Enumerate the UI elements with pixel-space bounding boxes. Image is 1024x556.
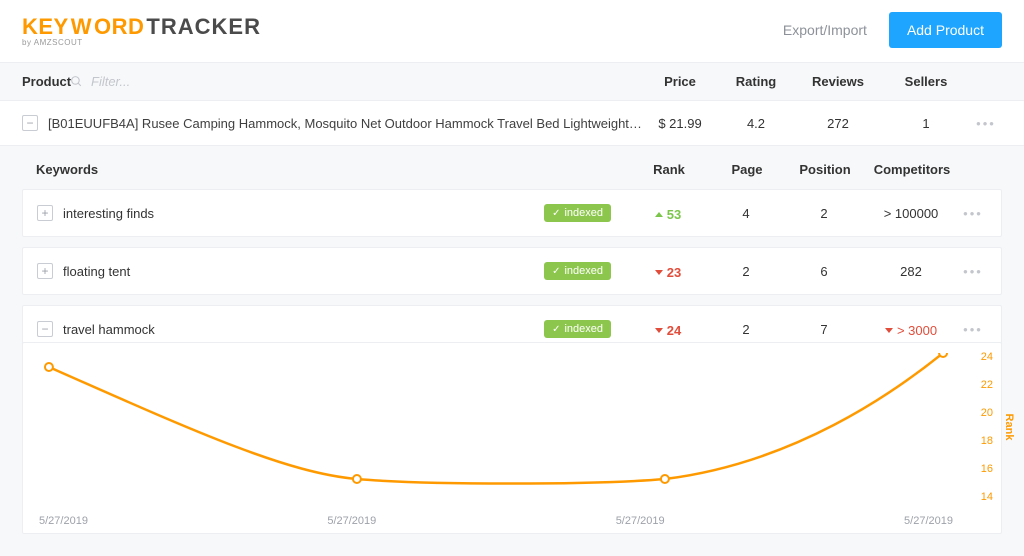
x-tick: 5/27/2019 — [616, 515, 665, 527]
competitors-value: > 3000 — [885, 323, 937, 338]
collapse-icon[interactable]: − — [22, 115, 38, 131]
logo-tracker: TRACKER — [146, 14, 261, 40]
page-value: 2 — [707, 264, 785, 279]
rank-chart: 24 22 20 18 16 14 Rank 5/27/2019 5/27/20… — [22, 342, 1002, 534]
add-product-button[interactable]: Add Product — [889, 12, 1002, 48]
indexed-badge: ✓indexed — [544, 204, 611, 222]
reviews-column-label: Reviews — [794, 74, 882, 89]
keywords-section: Keywords Rank Page Position Competitors … — [0, 146, 1024, 556]
chart-y-axis: 24 22 20 18 16 14 Rank — [981, 351, 993, 503]
check-icon: ✓ — [552, 266, 560, 277]
rank-column-label: Rank — [630, 162, 708, 177]
logo-ord: ORD — [94, 14, 144, 40]
rank-value: 23 — [655, 265, 681, 280]
x-tick: 5/27/2019 — [904, 515, 953, 527]
keyword-row: + floating tent ✓indexed 23 2 6 282 ••• — [22, 247, 1002, 295]
rank-value: 53 — [655, 207, 681, 222]
competitors-column-label: Competitors — [864, 162, 960, 177]
product-row: − [B01EUUFB4A] Rusee Camping Hammock, Mo… — [0, 100, 1024, 146]
keywords-column-label: Keywords — [36, 162, 630, 177]
trend-down-icon — [885, 328, 893, 333]
price-column-label: Price — [642, 74, 718, 89]
check-icon: ✓ — [552, 208, 560, 219]
page-column-label: Page — [708, 162, 786, 177]
collapse-icon[interactable]: − — [37, 321, 53, 337]
position-value: 6 — [785, 264, 863, 279]
competitors-value: > 100000 — [863, 206, 959, 221]
x-tick: 5/27/2019 — [39, 515, 88, 527]
position-value: 2 — [785, 206, 863, 221]
rank-value: 24 — [655, 323, 681, 338]
keyword-menu-icon[interactable]: ••• — [959, 264, 987, 279]
product-rating: 4.2 — [718, 116, 794, 131]
position-column-label: Position — [786, 162, 864, 177]
product-price: $ 21.99 — [642, 116, 718, 131]
indexed-badge: ✓indexed — [544, 262, 611, 280]
chart-point — [45, 363, 53, 371]
expand-icon[interactable]: + — [37, 205, 53, 221]
product-name[interactable]: [B01EUUFB4A] Rusee Camping Hammock, Mosq… — [48, 116, 642, 131]
product-header-row: Product Price Rating Reviews Sellers — [0, 63, 1024, 100]
indexed-badge: ✓indexed — [544, 320, 611, 338]
keyword-name[interactable]: interesting finds — [63, 206, 154, 221]
logo-subtitle: by AMZSCOUT — [22, 38, 261, 47]
position-value: 7 — [785, 322, 863, 337]
product-filter-input[interactable] — [89, 73, 309, 90]
check-icon: ✓ — [552, 324, 560, 335]
competitors-value: 282 — [863, 264, 959, 279]
y-tick: 20 — [981, 407, 993, 419]
logo-w: W — [71, 14, 92, 40]
chart-point — [939, 353, 947, 357]
keywords-header-row: Keywords Rank Page Position Competitors — [22, 146, 1002, 189]
product-sellers: 1 — [882, 116, 970, 131]
product-column-label: Product — [22, 74, 70, 89]
chart-y-label: Rank — [1003, 414, 1015, 441]
trend-up-icon — [655, 212, 663, 217]
keyword-row: + interesting finds ✓indexed 53 4 2 > 10… — [22, 189, 1002, 237]
export-import-link[interactable]: Export/Import — [783, 22, 867, 38]
keyword-menu-icon[interactable]: ••• — [959, 322, 987, 337]
sellers-column-label: Sellers — [882, 74, 970, 89]
search-icon — [70, 75, 83, 88]
keyword-name[interactable]: travel hammock — [63, 322, 155, 337]
expand-icon[interactable]: + — [37, 263, 53, 279]
keyword-menu-icon[interactable]: ••• — [959, 206, 987, 221]
page-value: 2 — [707, 322, 785, 337]
y-tick: 24 — [981, 351, 993, 363]
page-value: 4 — [707, 206, 785, 221]
rating-column-label: Rating — [718, 74, 794, 89]
chart-point — [661, 475, 669, 483]
logo-key: KEY — [22, 14, 69, 40]
y-tick: 16 — [981, 463, 993, 475]
x-tick: 5/27/2019 — [327, 515, 376, 527]
y-tick: 14 — [981, 491, 993, 503]
logo: KEYWORDTRACKER by AMZSCOUT — [22, 14, 261, 47]
trend-down-icon — [655, 270, 663, 275]
product-reviews: 272 — [794, 116, 882, 131]
chart-point — [353, 475, 361, 483]
chart-x-axis: 5/27/2019 5/27/2019 5/27/2019 5/27/2019 — [39, 515, 953, 527]
chart-svg — [39, 353, 953, 493]
top-bar: KEYWORDTRACKER by AMZSCOUT Export/Import… — [0, 0, 1024, 63]
product-menu-icon[interactable]: ••• — [970, 116, 1002, 131]
trend-down-icon — [655, 328, 663, 333]
y-tick: 22 — [981, 379, 993, 391]
chart-line — [49, 353, 943, 484]
y-tick: 18 — [981, 435, 993, 447]
keyword-name[interactable]: floating tent — [63, 264, 130, 279]
